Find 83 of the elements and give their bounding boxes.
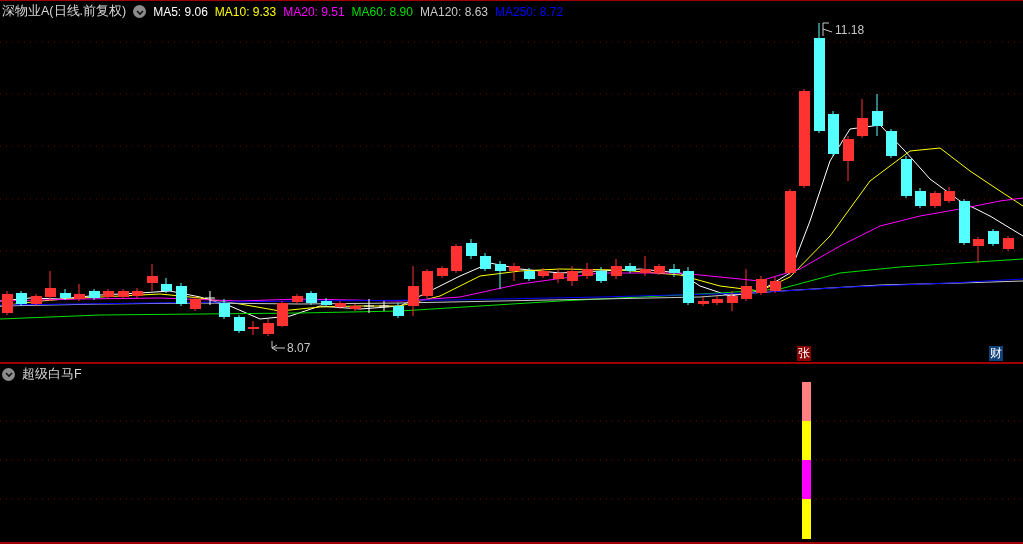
candlestick bbox=[45, 270, 56, 302]
candlestick bbox=[683, 266, 694, 306]
candlestick bbox=[306, 290, 317, 306]
candlestick bbox=[959, 198, 970, 246]
moving-average-reading: MA10: 9.33 bbox=[214, 4, 277, 19]
candlestick bbox=[1003, 235, 1014, 252]
candlestick bbox=[263, 318, 274, 337]
candlestick bbox=[930, 190, 941, 209]
candlestick bbox=[89, 288, 100, 301]
candlestick bbox=[74, 283, 85, 302]
candlestick bbox=[553, 268, 564, 284]
chart-title: 深物业A(日线.前复权) bbox=[2, 3, 127, 20]
low-price-label: 8.07 bbox=[287, 341, 311, 355]
candlestick bbox=[378, 300, 390, 312]
candlestick bbox=[190, 295, 201, 312]
candlestick bbox=[219, 298, 230, 320]
candlestick bbox=[103, 288, 114, 300]
candlestick bbox=[625, 262, 636, 274]
high-price-label: 11.18 bbox=[835, 23, 865, 37]
moving-average-reading: MA5: 9.06 bbox=[153, 4, 208, 19]
candlestick bbox=[582, 262, 593, 280]
candlestick bbox=[321, 297, 332, 308]
candlestick bbox=[828, 110, 839, 157]
moving-average-reading: MA120: 8.63 bbox=[419, 4, 488, 19]
low-arrow-icon bbox=[271, 340, 286, 352]
candlestick bbox=[234, 314, 245, 334]
collapse-icon[interactable] bbox=[2, 367, 15, 381]
candlestick bbox=[857, 98, 868, 139]
candlestick bbox=[16, 290, 27, 307]
candlestick bbox=[843, 135, 854, 182]
candlestick bbox=[538, 267, 549, 279]
moving-average-reading: MA250: 8.72 bbox=[495, 4, 564, 19]
candlestick bbox=[509, 262, 520, 282]
candlestick bbox=[248, 320, 259, 336]
candlestick bbox=[118, 288, 129, 300]
candlestick bbox=[770, 276, 781, 294]
event-marker[interactable]: 财 bbox=[989, 346, 1003, 361]
collapse-icon[interactable] bbox=[133, 5, 147, 18]
candlestick bbox=[363, 298, 375, 314]
candlestick bbox=[292, 293, 303, 305]
candlestick bbox=[596, 266, 607, 284]
moving-average-reading: MA60: 8.90 bbox=[351, 4, 413, 19]
candlestick bbox=[2, 290, 13, 316]
candlestick bbox=[451, 243, 462, 274]
candlestick bbox=[408, 265, 419, 317]
candlestick bbox=[495, 260, 506, 290]
candlestick bbox=[640, 255, 651, 277]
candlestick bbox=[669, 263, 680, 278]
candlestick bbox=[335, 300, 346, 310]
candlestick bbox=[698, 296, 709, 307]
candlestick bbox=[886, 128, 897, 159]
candlestick bbox=[422, 268, 433, 299]
candlestick bbox=[147, 263, 158, 292]
candlestick bbox=[915, 187, 926, 209]
candlestick bbox=[741, 268, 752, 302]
candlestick bbox=[60, 288, 71, 301]
candlestick bbox=[712, 295, 723, 306]
moving-average-reading: MA20: 9.51 bbox=[283, 4, 345, 19]
candlestick bbox=[944, 186, 955, 204]
candlestick bbox=[393, 302, 404, 319]
candlestick bbox=[727, 290, 738, 312]
candlestick bbox=[176, 282, 187, 307]
candlestick bbox=[161, 277, 172, 294]
candlestick bbox=[973, 236, 984, 264]
candlestick bbox=[480, 252, 491, 272]
candlestick bbox=[277, 300, 288, 328]
candlestick bbox=[872, 93, 883, 137]
high-arrow-icon bbox=[822, 22, 833, 37]
candlestick bbox=[350, 303, 361, 312]
candlestick bbox=[437, 265, 448, 279]
candlestick bbox=[31, 293, 42, 307]
candlestick bbox=[466, 238, 477, 260]
candlestick bbox=[132, 287, 143, 299]
candlestick bbox=[567, 265, 578, 287]
candlestick bbox=[204, 290, 216, 306]
indicator-title: 超级白马F bbox=[22, 365, 82, 383]
candlestick bbox=[611, 258, 622, 280]
candlestick bbox=[654, 263, 665, 276]
event-marker[interactable]: 张 bbox=[797, 346, 811, 361]
candlestick bbox=[524, 267, 535, 282]
candlestick bbox=[756, 275, 767, 296]
candlestick bbox=[988, 228, 999, 247]
candlestick bbox=[901, 155, 912, 199]
